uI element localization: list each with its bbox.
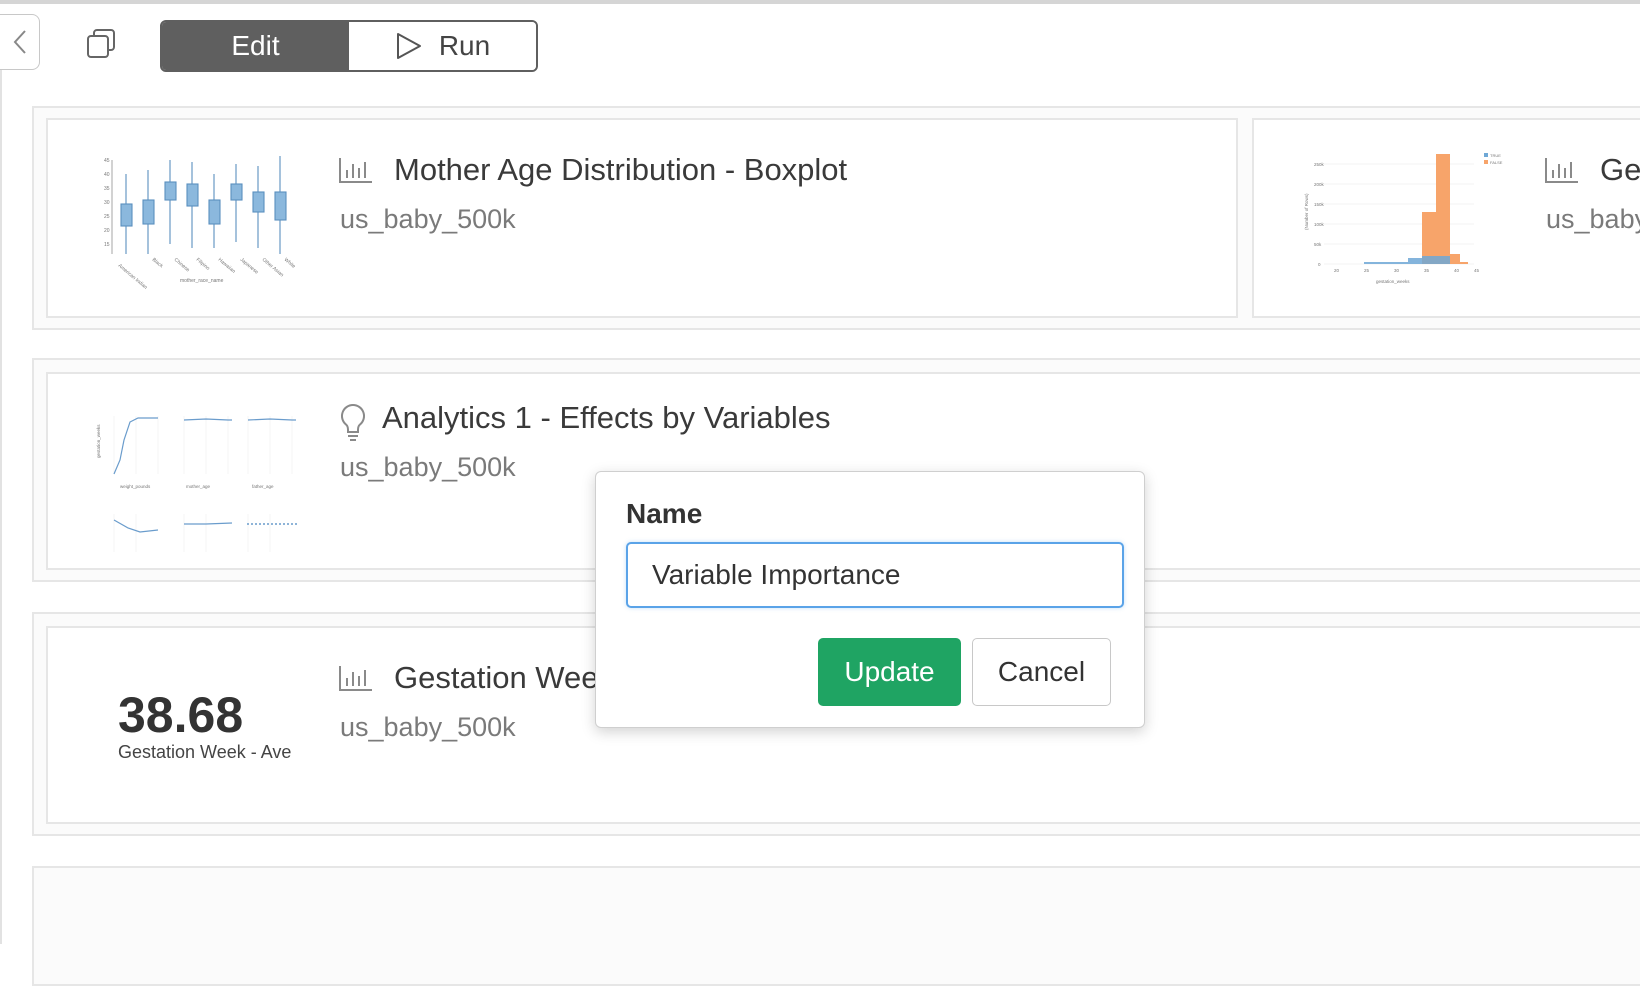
svg-text:100k: 100k	[1314, 222, 1325, 227]
svg-text:gestation_weeks: gestation_weeks	[1376, 279, 1410, 284]
svg-text:20: 20	[1334, 268, 1340, 273]
svg-text:150k: 150k	[1314, 202, 1325, 207]
kpi-label: Gestation Week - Ave	[118, 742, 292, 762]
kpi-value: 38.68	[118, 687, 244, 743]
svg-text:Other Asian: Other Asian	[261, 257, 285, 279]
edit-label: Edit	[231, 30, 280, 61]
svg-text:father_age: father_age	[252, 484, 274, 489]
card-subtitle: us_baby_500k	[340, 712, 516, 742]
svg-text:45: 45	[104, 158, 110, 164]
bar-chart-icon	[339, 158, 372, 183]
svg-text:(Number of Rows): (Number of Rows)	[1304, 193, 1309, 230]
name-input[interactable]	[626, 542, 1124, 608]
effects-thumbnail: weight_pounds mother_age father_age gest…	[96, 416, 297, 552]
svg-text:gestation_weeks: gestation_weeks	[96, 424, 101, 458]
svg-text:FALSE: FALSE	[1490, 160, 1503, 165]
lightbulb-icon	[341, 403, 365, 441]
svg-text:Black: Black	[151, 257, 165, 270]
mode-toggle: Edit Run	[160, 20, 538, 72]
copy-button[interactable]	[86, 28, 116, 60]
card-subtitle: us_baby_500k	[340, 204, 516, 234]
boxplot-thumbnail: 45 40 35 30 25 20 15 American Indian Black Ch…	[104, 156, 297, 290]
svg-text:mother_race_name: mother_race_name	[180, 278, 224, 284]
svg-text:Filipino: Filipino	[195, 257, 211, 272]
svg-text:20: 20	[104, 228, 110, 234]
chevron-left-icon	[13, 30, 26, 54]
svg-text:35: 35	[1424, 268, 1430, 273]
svg-text:Hawaiian: Hawaiian	[217, 257, 237, 275]
run-mode-button[interactable]: Run	[349, 22, 536, 70]
svg-text:TRUE: TRUE	[1490, 153, 1501, 158]
card-gestation-histogram[interactable]: 250k 200k 150k 100k 50k 0 20 25 30 35 40 45 gest…	[1252, 118, 1640, 318]
copy-icon	[87, 29, 115, 58]
svg-text:weight_pounds: weight_pounds	[120, 484, 151, 489]
svg-text:30: 30	[104, 200, 110, 206]
histogram-thumbnail: 250k 200k 150k 100k 50k 0 20 25 30 35 40 45 gest…	[1304, 153, 1503, 284]
update-button[interactable]: Update	[818, 638, 961, 706]
top-border	[0, 0, 1640, 4]
svg-text:50k: 50k	[1314, 242, 1322, 247]
dashboard-row-4	[32, 866, 1640, 986]
card-subtitle: us_baby	[1546, 204, 1640, 234]
svg-text:250k: 250k	[1314, 162, 1325, 167]
card-title: Gestation Wee	[394, 660, 599, 695]
svg-text:45: 45	[1474, 268, 1480, 273]
name-label: Name	[626, 498, 703, 529]
play-icon	[396, 33, 421, 59]
edit-mode-button[interactable]: Edit	[162, 22, 349, 70]
svg-text:White: White	[283, 257, 297, 270]
svg-text:35: 35	[104, 186, 110, 192]
bar-chart-icon	[339, 666, 372, 691]
svg-text:40: 40	[1454, 268, 1460, 273]
svg-text:40: 40	[104, 172, 110, 178]
svg-text:Japanese: Japanese	[239, 257, 260, 276]
cancel-button[interactable]: Cancel	[972, 638, 1111, 706]
svg-text:200k: 200k	[1314, 182, 1325, 187]
card-title: Ge	[1600, 152, 1640, 187]
left-border	[0, 70, 2, 944]
bar-chart-icon	[1545, 158, 1578, 183]
svg-text:15: 15	[104, 242, 110, 248]
svg-text:25: 25	[104, 214, 110, 220]
svg-text:Chinese: Chinese	[173, 257, 191, 274]
rename-popover: Name Update Cancel	[595, 471, 1145, 728]
card-subtitle: us_baby_500k	[340, 452, 516, 482]
svg-text:30: 30	[1394, 268, 1400, 273]
back-button[interactable]	[0, 14, 40, 70]
svg-text:25: 25	[1364, 268, 1370, 273]
svg-text:American Indian: American Indian	[117, 263, 149, 290]
card-title: Analytics 1 - Effects by Variables	[382, 400, 831, 435]
run-label: Run	[438, 30, 491, 61]
card-title: Mother Age Distribution - Boxplot	[394, 152, 848, 187]
card-mother-age-boxplot[interactable]: 45 40 35 30 25 20 15 American Indian Black Ch…	[46, 118, 1238, 318]
svg-text:0: 0	[1318, 262, 1321, 267]
svg-text:mother_age: mother_age	[186, 484, 211, 489]
